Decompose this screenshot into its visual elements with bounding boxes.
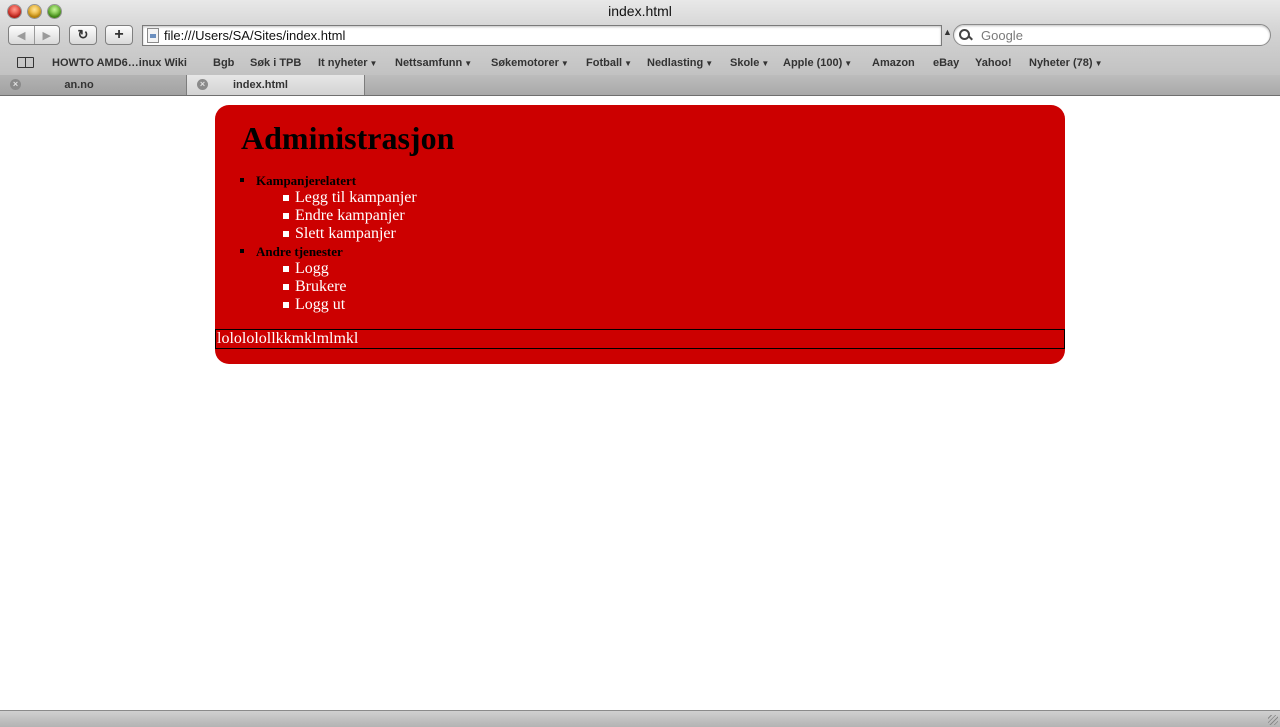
submenu-item: Logg ut	[283, 296, 417, 314]
section-label: Kampanjerelatert	[256, 173, 357, 188]
chevron-down-icon: ▼	[464, 59, 473, 68]
status-bar	[0, 710, 1280, 727]
admin-panel: Administrasjon Kampanjerelatert Legg til…	[215, 105, 1065, 364]
link-logg-ut[interactable]: Logg ut	[295, 296, 345, 313]
submenu-item: Legg til kampanjer	[283, 189, 417, 207]
tab-label: an.no	[64, 79, 94, 91]
reload-button[interactable]: ↻	[69, 25, 97, 45]
back-button[interactable]: ◀	[9, 29, 34, 42]
footer-text: lolololollkkmklmlmkl	[215, 329, 1065, 349]
bookmark-folder[interactable]: Søkemotorer ▼	[491, 57, 569, 69]
page-title: Administrasjon	[241, 120, 455, 156]
chevron-down-icon: ▼	[369, 59, 378, 68]
bookmark-folder[interactable]: Apple (100) ▼	[783, 57, 852, 69]
chevron-down-icon: ▼	[1094, 59, 1103, 68]
bookmark-item[interactable]: Amazon	[872, 57, 915, 69]
bookmark-item[interactable]: Yahoo!	[975, 57, 1012, 69]
add-bookmark-button[interactable]: +	[105, 25, 133, 45]
section-label: Andre tjenester	[256, 244, 343, 259]
bullet	[283, 266, 289, 272]
page-icon	[147, 28, 159, 43]
submenu-item: Endre kampanjer	[283, 207, 417, 225]
resize-grip-icon[interactable]	[1268, 715, 1278, 725]
menu-section: Kampanjerelatert Legg til kampanjer Endr…	[240, 172, 417, 243]
bookmark-item[interactable]: Bgb	[213, 57, 234, 69]
tab-label: index.html	[232, 79, 288, 91]
bullet	[240, 178, 244, 182]
link-slett-kampanjer[interactable]: Slett kampanjer	[295, 225, 396, 242]
bullet	[240, 249, 244, 253]
bullet	[283, 284, 289, 290]
url-history-icon[interactable]: ▲	[943, 27, 952, 37]
bookmark-folder[interactable]: Nyheter (78) ▼	[1029, 57, 1103, 69]
tab-bar: × an.no × index.html	[0, 75, 1280, 96]
menu-section: Andre tjenester Logg Brukere Logg ut	[240, 243, 417, 314]
chevron-down-icon: ▼	[560, 59, 569, 68]
link-logg[interactable]: Logg	[295, 260, 329, 277]
search-icon[interactable]	[959, 28, 979, 42]
bookmark-folder[interactable]: Fotball ▼	[586, 57, 632, 69]
tab-index-html[interactable]: × index.html	[186, 75, 365, 95]
bullet	[283, 302, 289, 308]
address-bar[interactable]: file:///Users/SA/Sites/index.html	[142, 25, 942, 46]
url-text[interactable]: file:///Users/SA/Sites/index.html	[164, 28, 345, 43]
bookmark-folder[interactable]: Nettsamfunn ▼	[395, 57, 472, 69]
chevron-down-icon: ▼	[844, 59, 853, 68]
window-title: index.html	[608, 3, 672, 19]
link-endre-kampanjer[interactable]: Endre kampanjer	[295, 207, 405, 224]
submenu: Legg til kampanjer Endre kampanjer Slett…	[256, 189, 417, 243]
bookmark-item[interactable]: Søk i TPB	[250, 57, 301, 69]
search-field[interactable]: Google	[953, 24, 1271, 46]
tab-an-no[interactable]: × an.no	[0, 75, 187, 95]
bookmark-item[interactable]: HOWTO AMD6…inux Wiki	[52, 57, 187, 69]
browser-chrome: index.html ◀ ▶ ↻ + file:///Users/SA/Site…	[0, 0, 1280, 76]
bullet	[283, 231, 289, 237]
submenu: Logg Brukere Logg ut	[256, 260, 417, 314]
link-legg-til-kampanjer[interactable]: Legg til kampanjer	[295, 189, 417, 206]
bookmark-folder[interactable]: Nedlasting ▼	[647, 57, 713, 69]
back-forward-buttons: ◀ ▶	[8, 25, 60, 45]
link-brukere[interactable]: Brukere	[295, 278, 347, 295]
bookmark-folder[interactable]: Skole ▼	[730, 57, 769, 69]
admin-menu: Kampanjerelatert Legg til kampanjer Endr…	[240, 172, 417, 314]
bookmark-folder[interactable]: It nyheter ▼	[318, 57, 377, 69]
search-placeholder[interactable]: Google	[981, 28, 1023, 43]
chevron-down-icon: ▼	[624, 59, 632, 68]
submenu-item: Logg	[283, 260, 417, 278]
chevron-down-icon: ▼	[705, 59, 714, 68]
forward-button[interactable]: ▶	[35, 29, 60, 42]
bookmarks-bar: HOWTO AMD6…inux Wiki Bgb Søk i TPB It ny…	[0, 53, 1280, 73]
chevron-down-icon: ▼	[761, 59, 770, 68]
bullet	[283, 195, 289, 201]
bullet	[283, 213, 289, 219]
submenu-item: Slett kampanjer	[283, 225, 417, 243]
bookmarks-book-icon[interactable]	[17, 57, 34, 68]
bookmark-item[interactable]: eBay	[933, 57, 959, 69]
submenu-item: Brukere	[283, 278, 417, 296]
